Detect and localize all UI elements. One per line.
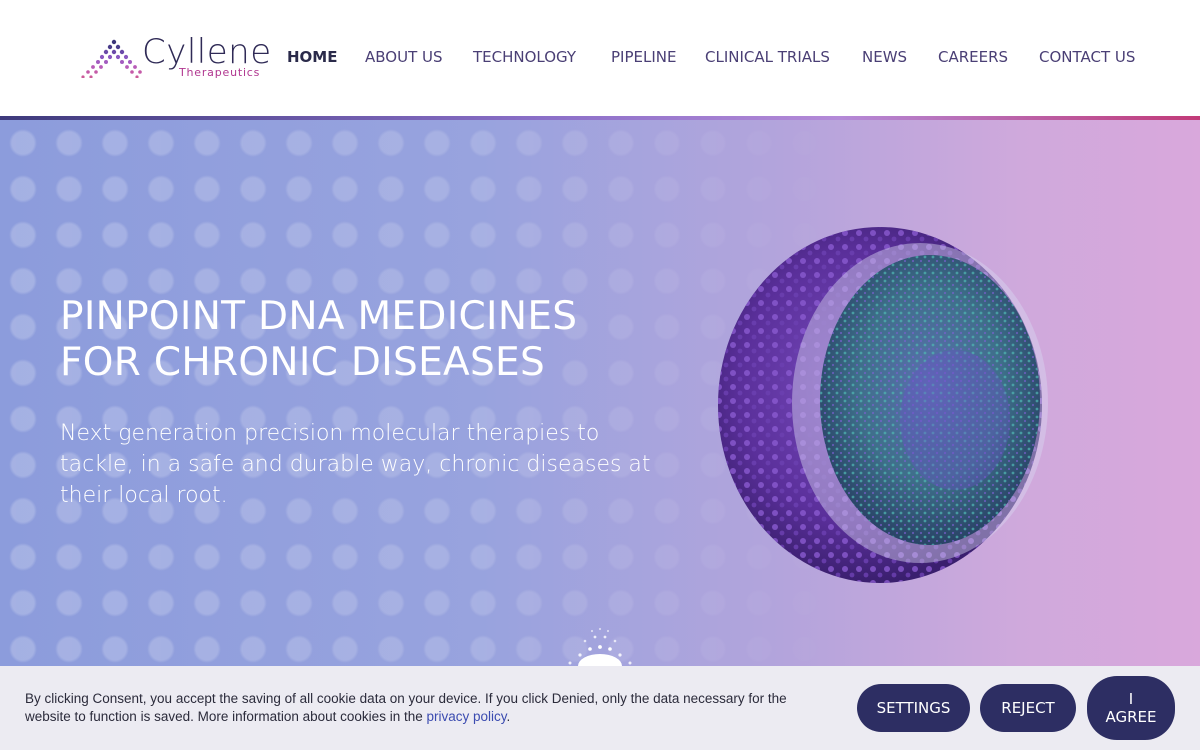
logo-link[interactable]: Cyllene Therapeutics bbox=[80, 32, 271, 82]
nav-clinical-trials[interactable]: CLINICAL TRIALS bbox=[705, 47, 830, 67]
nav-news[interactable]: NEWS bbox=[862, 47, 907, 67]
privacy-policy-link[interactable]: privacy policy bbox=[426, 709, 506, 724]
nav-technology[interactable]: TECHNOLOGY bbox=[473, 47, 576, 67]
cookie-agree-button[interactable]: I AGREE bbox=[1087, 676, 1175, 740]
nav-contact-us[interactable]: CONTACT US bbox=[1039, 47, 1135, 67]
hero-section: PINPOINT DNA MEDICINES FOR CHRONIC DISEA… bbox=[0, 120, 1200, 666]
cookie-settings-button[interactable]: SETTINGS bbox=[857, 684, 970, 732]
lipid-nanoparticle-image bbox=[718, 227, 1048, 583]
hero-description: Next generation precision molecular ther… bbox=[60, 421, 651, 508]
hero-title-line-2: FOR CHRONIC DISEASES bbox=[60, 340, 546, 385]
logo-icon bbox=[81, 39, 142, 78]
hero-title: PINPOINT DNA MEDICINES FOR CHRONIC DISEA… bbox=[60, 294, 680, 386]
nav-about-us[interactable]: ABOUT US bbox=[365, 47, 443, 67]
site-header: Cyllene Therapeutics HOME ABOUT US TECHN… bbox=[0, 0, 1200, 116]
cookie-message: By clicking Consent, you accept the savi… bbox=[25, 691, 787, 724]
scroll-down-indicator[interactable] bbox=[540, 625, 660, 666]
agree-label-line-1: I bbox=[1128, 690, 1134, 708]
agree-label-line-2: AGREE bbox=[1105, 708, 1157, 726]
hero-title-line-1: PINPOINT DNA MEDICINES bbox=[60, 294, 578, 339]
cookie-text: By clicking Consent, you accept the savi… bbox=[25, 690, 835, 726]
cookie-message-end: . bbox=[506, 709, 511, 724]
cookie-banner: By clicking Consent, you accept the savi… bbox=[0, 666, 1200, 750]
brand-subtitle: Therapeutics bbox=[179, 66, 261, 79]
nav-home[interactable]: HOME bbox=[287, 47, 337, 67]
nav-careers[interactable]: CAREERS bbox=[938, 47, 1008, 67]
cookie-reject-button[interactable]: REJECT bbox=[980, 684, 1076, 732]
nav-pipeline[interactable]: PIPELINE bbox=[611, 47, 676, 67]
